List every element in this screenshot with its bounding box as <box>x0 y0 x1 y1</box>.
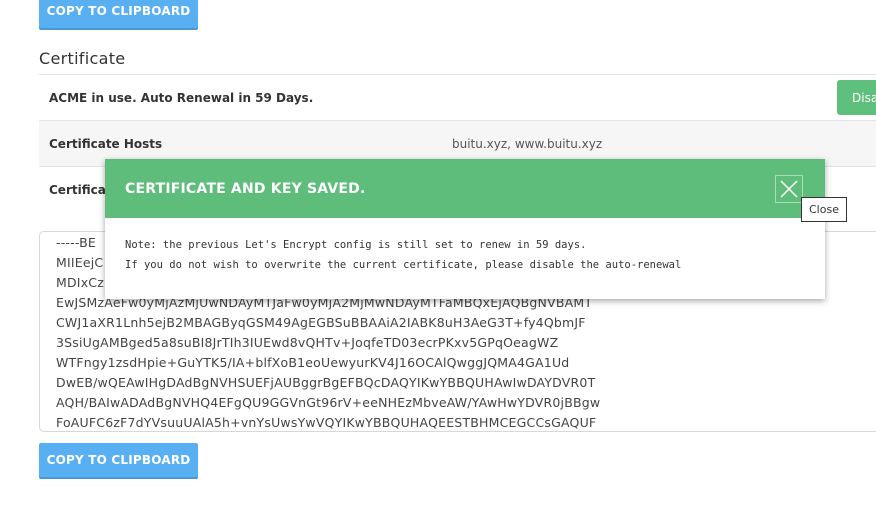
dialog-note-line: If you do not wish to overwrite the curr… <box>125 259 682 271</box>
cert-line: FoAUFC6zF7dYVsuuUAlA5h+vnYsUwsYwVQYIKwYB… <box>56 415 597 430</box>
disable-auto-renewal-button[interactable]: Disa <box>837 80 876 115</box>
acme-status-text: ACME in use. Auto Renewal in 59 Days. <box>49 90 314 105</box>
cert-line: -----BE <box>56 235 96 250</box>
cert-line: 3SsiUgAMBged5a8suBI8JrTIh3IUEwd8vQHTv+Jo… <box>56 335 559 350</box>
dialog-note-line: Note: the previous Let's Encrypt config … <box>125 239 587 251</box>
dialog-header: CERTIFICATE AND KEY SAVED. <box>105 159 825 218</box>
cert-line: CWJ1aXR1Lnh5ejB2MBAGByqGSM49AgEGBSuBBAAi… <box>56 315 586 330</box>
dialog-close-button[interactable] <box>775 175 803 203</box>
cert-line: MDIxCz <box>56 275 104 290</box>
close-x-icon <box>780 180 798 198</box>
cert-line: WTFngy1zsdHpie+GuYTK5/IA+blfXoB1eoUewyur… <box>56 355 570 370</box>
cert-line: AQH/BAIwADAdBgNVHQ4EFgQU9GGVnGt96rV+eeNH… <box>56 395 601 410</box>
certificate-label: Certificat <box>49 182 112 197</box>
certificate-hosts-label: Certificate Hosts <box>49 136 163 151</box>
certificate-hosts-value: buitu.xyz, www.buitu.xyz <box>452 136 603 151</box>
section-title-certificate: Certificate <box>39 49 126 68</box>
dialog-title: CERTIFICATE AND KEY SAVED. <box>125 180 366 197</box>
copy-to-clipboard-button[interactable]: COPY TO CLIPBOARD <box>39 443 198 477</box>
dialog-body: Note: the previous Let's Encrypt config … <box>125 239 681 279</box>
certificate-saved-dialog: CERTIFICATE AND KEY SAVED. Note: the pre… <box>105 159 825 299</box>
copy-to-clipboard-button[interactable]: COPY TO CLIPBOARD <box>39 0 198 28</box>
cert-line: DwEB/wQEAwIHgDAdBgNVHSUEFjAUBggrBgEFBQcD… <box>56 375 596 390</box>
close-tooltip: Close <box>801 197 847 222</box>
acme-status-row: ACME in use. Auto Renewal in 59 Days. Di… <box>39 74 876 120</box>
cert-line: MIIEejC <box>56 255 104 270</box>
